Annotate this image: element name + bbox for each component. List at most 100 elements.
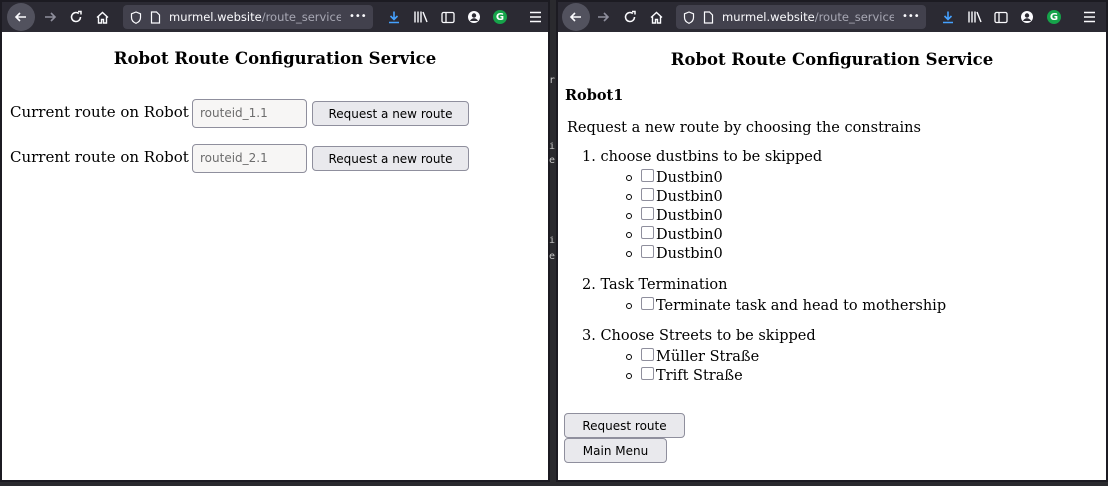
street-option: Müller Straße xyxy=(626,347,759,366)
url-bar[interactable]: murmel.website/route_service ••• xyxy=(123,5,373,29)
back-arrow-icon xyxy=(569,12,581,22)
right-browser-window: murmel.website/route_service ••• G Robot… xyxy=(556,0,1108,482)
library-icon xyxy=(414,11,428,23)
account-button[interactable] xyxy=(464,2,484,32)
library-button[interactable] xyxy=(964,2,986,32)
back-button[interactable] xyxy=(7,3,35,31)
url-bar[interactable]: murmel.website/route_service ••• xyxy=(676,5,926,29)
robot-1-route-label: Current route on Robot 1: xyxy=(10,103,209,121)
dustbin-option: Dustbin0 xyxy=(626,187,723,206)
back-button[interactable] xyxy=(562,3,590,31)
shield-icon xyxy=(681,5,697,29)
robot-2-route-label: Current route on Robot 2: xyxy=(10,148,209,166)
street-checkbox[interactable] xyxy=(641,348,654,361)
home-button[interactable] xyxy=(646,2,666,32)
dustbin-checkbox[interactable] xyxy=(641,245,654,258)
page-content: Robot Route Configuration Service Robot1… xyxy=(558,32,1106,480)
reload-button[interactable] xyxy=(66,2,86,32)
home-icon xyxy=(650,11,662,24)
terminate-task-option: Terminate task and head to mothership xyxy=(626,296,946,315)
menu-button[interactable] xyxy=(525,2,545,32)
main-menu-button[interactable]: Main Menu xyxy=(564,438,667,463)
street-option: Trift Straße xyxy=(626,366,743,385)
page-title: Robot Route Configuration Service xyxy=(670,50,994,69)
reload-button[interactable] xyxy=(620,2,640,32)
menu-button[interactable] xyxy=(1079,2,1099,32)
download-button[interactable] xyxy=(938,2,958,32)
dustbin-option: Dustbin0 xyxy=(626,168,723,187)
bullet-icon xyxy=(626,212,632,219)
sidebar-icon xyxy=(994,11,1008,23)
robot-heading: Robot1 xyxy=(565,87,624,104)
section-task-termination-title: 2. Task Termination xyxy=(582,277,728,293)
grammarly-extension-button[interactable]: G xyxy=(1044,2,1064,32)
robot-2-request-route-button[interactable]: Request a new route xyxy=(312,146,469,171)
robot-1-route-field[interactable]: routeid_1.1 xyxy=(192,99,307,128)
bullet-icon xyxy=(626,372,632,379)
section-dustbins-title: 1. choose dustbins to be skipped xyxy=(582,149,823,165)
dustbin-checkbox[interactable] xyxy=(641,207,654,220)
forward-button[interactable] xyxy=(40,2,60,32)
sidebar-button[interactable] xyxy=(991,2,1011,32)
shield-icon xyxy=(128,5,144,29)
sidebar-button[interactable] xyxy=(438,2,458,32)
page-actions-icon[interactable]: ••• xyxy=(902,5,922,29)
forward-arrow-icon xyxy=(45,12,57,22)
browser-toolbar: murmel.website/route_service ••• G xyxy=(558,2,1106,32)
sidebar-icon xyxy=(441,11,455,23)
section-streets-title: 3. Choose Streets to be skipped xyxy=(582,328,816,344)
bullet-icon xyxy=(626,302,632,309)
dustbin-checkbox[interactable] xyxy=(641,169,654,182)
background-text-fragment: r xyxy=(549,76,556,86)
background-text-fragment: e xyxy=(549,252,556,262)
request-route-button[interactable]: Request route xyxy=(564,413,685,438)
bullet-icon xyxy=(626,174,632,181)
street-checkbox[interactable] xyxy=(641,367,654,380)
bullet-icon xyxy=(626,193,632,200)
page-content: Robot Route Configuration Service Curren… xyxy=(2,32,548,480)
home-icon xyxy=(96,11,108,24)
left-browser-window: murmel.website/route_service ••• G Robot… xyxy=(0,0,550,482)
page-icon xyxy=(701,5,715,29)
forward-arrow-icon xyxy=(598,12,610,22)
background-text-fragment: i xyxy=(549,236,556,246)
dustbin-checkbox[interactable] xyxy=(641,188,654,201)
instructions-text: Request a new route by choosing the cons… xyxy=(567,120,921,136)
download-icon xyxy=(943,11,953,24)
robot-2-route-field[interactable]: routeid_2.1 xyxy=(192,144,307,173)
back-arrow-icon xyxy=(14,12,26,22)
browser-toolbar: murmel.website/route_service ••• G xyxy=(2,2,548,32)
download-button[interactable] xyxy=(384,2,404,32)
bullet-icon xyxy=(626,353,632,360)
page-icon xyxy=(148,5,162,29)
dustbin-option: Dustbin0 xyxy=(626,206,723,225)
grammarly-icon: G xyxy=(1047,10,1061,24)
robot-1-request-route-button[interactable]: Request a new route xyxy=(312,101,469,126)
reload-icon xyxy=(624,10,636,23)
forward-button[interactable] xyxy=(593,2,613,32)
bullet-icon xyxy=(626,250,632,257)
library-icon xyxy=(968,11,982,23)
background-text-fragment: i xyxy=(549,142,556,152)
hamburger-menu-icon xyxy=(529,11,541,23)
grammarly-icon: G xyxy=(493,10,507,24)
url-text: murmel.website/route_service xyxy=(169,10,341,24)
download-icon xyxy=(389,11,399,24)
url-text: murmel.website/route_service xyxy=(722,10,894,24)
dustbin-option: Dustbin0 xyxy=(626,225,723,244)
dustbin-option: Dustbin0 xyxy=(626,244,723,263)
library-button[interactable] xyxy=(410,2,432,32)
hamburger-menu-icon xyxy=(1083,11,1095,23)
terminate-task-checkbox[interactable] xyxy=(641,297,654,310)
home-button[interactable] xyxy=(92,2,112,32)
reload-icon xyxy=(70,10,82,23)
page-title: Robot Route Configuration Service xyxy=(113,49,437,68)
dustbin-checkbox[interactable] xyxy=(641,226,654,239)
account-button[interactable] xyxy=(1017,2,1037,32)
page-actions-icon[interactable]: ••• xyxy=(349,5,369,29)
account-icon xyxy=(468,11,480,23)
bullet-icon xyxy=(626,231,632,238)
account-icon xyxy=(1021,11,1033,23)
background-text-fragment: e xyxy=(549,156,556,166)
grammarly-extension-button[interactable]: G xyxy=(490,2,510,32)
